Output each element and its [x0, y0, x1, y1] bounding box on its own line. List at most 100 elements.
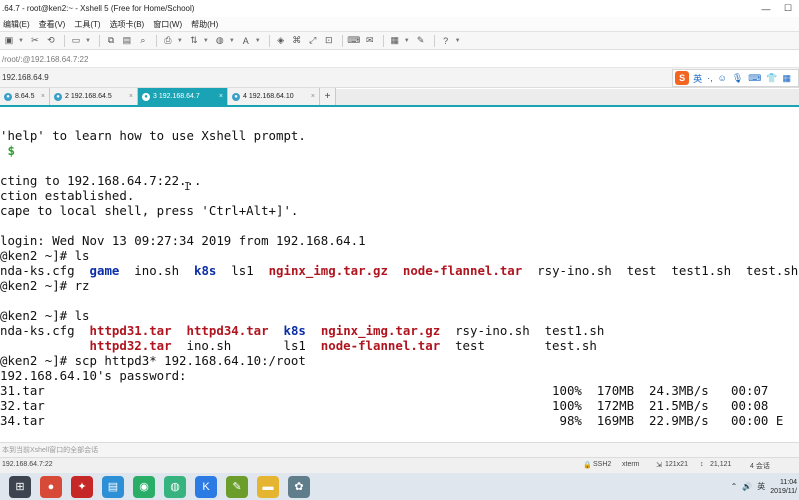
ime-mode-toggle[interactable]: 英: [693, 72, 702, 85]
dropdown-arrow-icon[interactable]: ▼: [255, 38, 261, 44]
sogou-logo-icon[interactable]: S: [675, 71, 690, 85]
tab-label: 2 192.168.64.5: [65, 93, 112, 100]
toolbox-icon[interactable]: ▦: [782, 73, 791, 84]
terminal-green-text: $: [7, 143, 15, 158]
tab-label: 8.64.5: [15, 93, 35, 100]
toolbar-divider: [63, 34, 65, 47]
status-protocol: SSH2: [593, 461, 612, 468]
skin-icon[interactable]: 👕: [766, 73, 777, 84]
terminal-blue-text: k8s: [283, 323, 306, 338]
punctuation-icon[interactable]: ·,: [707, 73, 713, 83]
microphone-icon[interactable]: 🎙: [732, 73, 743, 84]
k-app-icon[interactable]: K: [195, 475, 217, 498]
disconnect-icon[interactable]: ✂: [28, 34, 42, 48]
tab-session-2[interactable]: ● 2 192.168.64.5 ×: [50, 88, 138, 105]
keyboard-icon[interactable]: ⌨: [748, 73, 761, 84]
system-clock[interactable]: 11:04 2019/11/: [770, 478, 797, 496]
minimize-button[interactable]: —: [755, 0, 777, 17]
reconnect-icon[interactable]: ⟲: [44, 34, 58, 48]
dropdown-arrow-icon[interactable]: ▼: [85, 38, 91, 44]
system-tray: ⌃ 🔊 英 11:04 2019/11/: [731, 473, 799, 500]
taskbar: ⊞ ● ✦ ▤ ◉ ◍ K ✎ ▬ ✿ ⌃ 🔊 英 11:04 2019/11/: [0, 473, 799, 500]
toolbar-divider: [268, 34, 270, 47]
start-icon[interactable]: ⊞: [9, 475, 31, 498]
terminal-line: login: Wed Nov 13 09:27:34 2019 from 192…: [0, 233, 366, 248]
compose-icon[interactable]: ✉: [363, 34, 377, 48]
emoji-icon[interactable]: ☺: [718, 73, 727, 83]
terminal-text: ino.sh ls1: [171, 338, 321, 353]
close-icon[interactable]: ×: [311, 93, 315, 100]
xshell-icon[interactable]: ✦: [71, 475, 93, 498]
dropdown-arrow-icon[interactable]: ▼: [177, 38, 183, 44]
tab-session-3[interactable]: ● 3 192.168.64.7 ×: [138, 88, 228, 105]
print-icon[interactable]: ⎙: [161, 34, 175, 48]
dropdown-arrow-icon[interactable]: ▼: [404, 38, 410, 44]
menu-edit[interactable]: 编辑(E): [0, 19, 36, 30]
script-icon[interactable]: ⌘: [290, 34, 304, 48]
font-icon[interactable]: A: [239, 34, 253, 48]
lock-icon[interactable]: ⊡: [322, 34, 336, 48]
close-icon[interactable]: ×: [41, 93, 45, 100]
menu-window[interactable]: 窗口(W): [150, 19, 188, 30]
close-icon[interactable]: ×: [129, 93, 133, 100]
window-controls: — ☐: [755, 0, 799, 17]
dropdown-arrow-icon[interactable]: ▼: [229, 38, 235, 44]
folder-open-icon[interactable]: ▣: [2, 34, 16, 48]
session-status-icon: ●: [142, 92, 150, 101]
globe-icon[interactable]: ◍: [213, 34, 227, 48]
menu-view[interactable]: 查看(V): [36, 19, 72, 30]
keyboard-icon[interactable]: ⌨: [347, 34, 361, 48]
layout-icon[interactable]: ▦: [388, 34, 402, 48]
chrome-icon[interactable]: ●: [40, 475, 62, 498]
compose-bar[interactable]: 本到当前Xshell窗口的全部会话: [0, 442, 799, 458]
menu-tools[interactable]: 工具(T): [71, 19, 106, 30]
copy-icon[interactable]: ⧉: [104, 34, 118, 48]
transfer-icon[interactable]: ⇅: [187, 34, 201, 48]
folder-icon[interactable]: ▬: [257, 475, 279, 498]
toolbar-divider: [155, 34, 157, 47]
explorer-icon[interactable]: ▤: [102, 475, 124, 498]
notepad-icon[interactable]: ✎: [226, 475, 248, 498]
clock-date: 2019/11/: [770, 487, 797, 495]
terminal-line: @ken2 ~]# rz: [0, 278, 90, 293]
terminal-text: @ken2 ~]# rz: [0, 278, 90, 293]
paste-icon[interactable]: ▤: [120, 34, 134, 48]
tab-bar: ● 8.64.5 × ● 2 192.168.64.5 × ● 3 192.16…: [0, 88, 799, 107]
record-icon[interactable]: ◈: [274, 34, 288, 48]
input-language[interactable]: 英: [757, 481, 765, 492]
dropdown-arrow-icon[interactable]: ▼: [18, 38, 24, 44]
properties-icon[interactable]: ▭: [69, 34, 83, 48]
expand-icon[interactable]: ⤢: [306, 34, 320, 48]
toolbar-divider: [341, 34, 343, 47]
maximize-button[interactable]: ☐: [777, 0, 799, 17]
close-icon[interactable]: ×: [219, 93, 223, 100]
dropdown-arrow-icon[interactable]: ▼: [455, 38, 461, 44]
app-green-icon[interactable]: ◍: [164, 475, 186, 498]
new-tab-button[interactable]: +: [320, 88, 336, 105]
tab-session-4[interactable]: ● 4 192.168.64.10 ×: [228, 88, 320, 105]
terminal-text: 'help' to learn how to use Xshell prompt…: [0, 128, 306, 143]
address-bar[interactable]: /root/:@192.168.64.7:22: [0, 51, 799, 68]
tray-expand-icon[interactable]: ⌃: [731, 482, 738, 491]
terminal-output[interactable]: 'help' to learn how to use Xshell prompt…: [0, 109, 799, 440]
menu-help[interactable]: 帮助(H): [188, 19, 224, 30]
wechat-icon[interactable]: ◉: [133, 475, 155, 498]
dropdown-arrow-icon[interactable]: ▼: [203, 38, 209, 44]
session-host[interactable]: 192.168.64.9: [0, 73, 49, 82]
terminal-text: cape to local shell, press 'Ctrl+Alt+]'.: [0, 203, 299, 218]
volume-icon[interactable]: 🔊: [742, 482, 752, 491]
tab-session-1[interactable]: ● 8.64.5 ×: [0, 88, 50, 105]
menu-tabs[interactable]: 选项卡(B): [107, 19, 151, 30]
edit-icon[interactable]: ✎: [414, 34, 428, 48]
status-size-icon: ⇲: [656, 462, 662, 469]
address-value: /root/:@192.168.64.7:22: [2, 54, 89, 64]
terminal-text: nda-ks.cfg: [0, 323, 90, 338]
terminal-text: 34.tar 98% 169MB 22.9MB/s 00:00 E: [0, 413, 784, 428]
settings-app-icon[interactable]: ✿: [288, 475, 310, 498]
find-icon[interactable]: ⌕: [136, 34, 150, 48]
terminal-line: 31.tar 100% 170MB 24.3MB/s 00:07: [0, 383, 768, 398]
help-icon[interactable]: ?: [439, 34, 453, 48]
